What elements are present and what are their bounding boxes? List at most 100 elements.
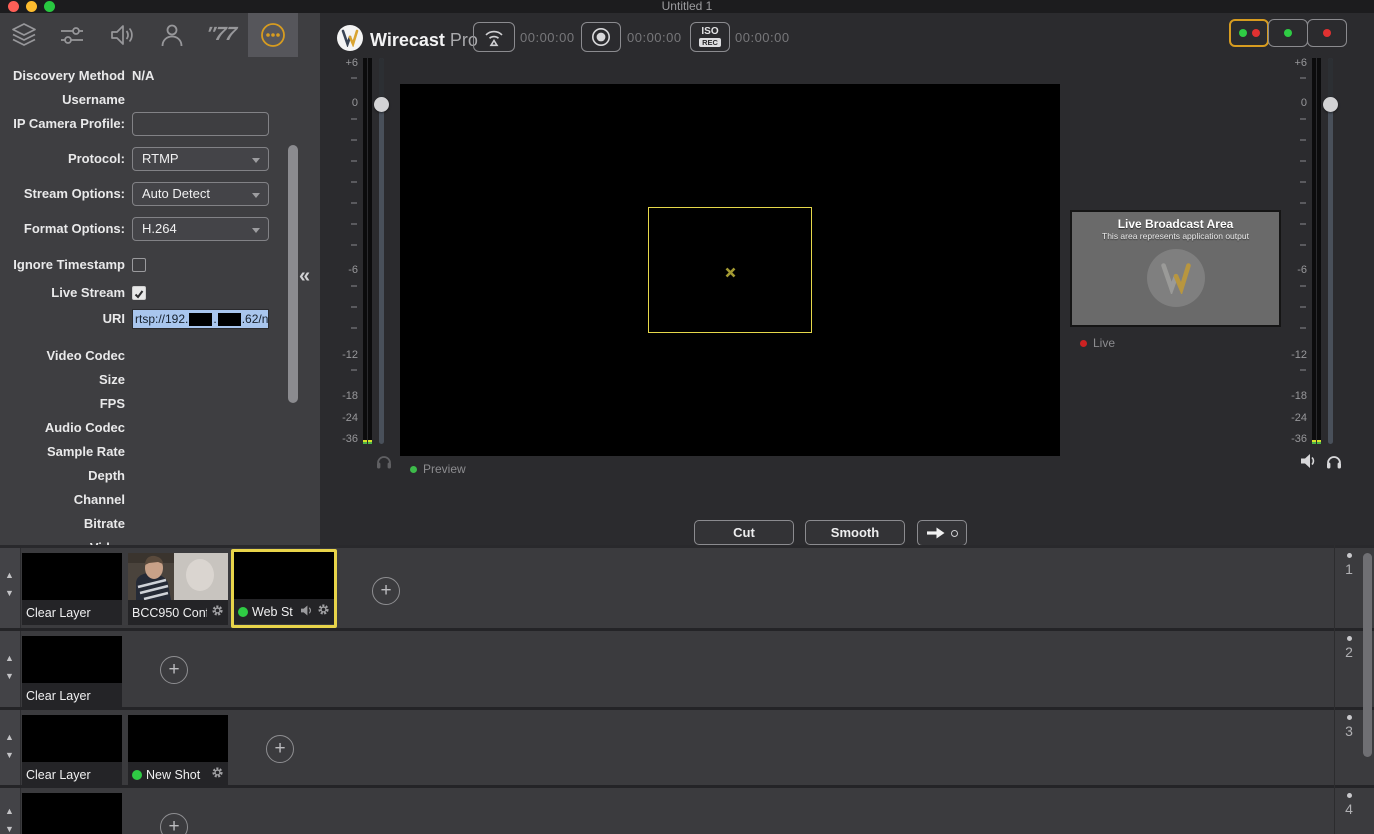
volume-slider-knob[interactable] — [1323, 97, 1338, 112]
view-preview-button[interactable] — [1268, 19, 1308, 47]
stream-button[interactable] — [473, 22, 515, 52]
shot-web-st[interactable]: Web St — [231, 549, 337, 628]
layer-up-icon[interactable]: ▲ — [5, 732, 14, 742]
info-label: Audio Codec — [0, 416, 125, 440]
meter-level-indicator — [368, 440, 372, 444]
volume-slider-track[interactable] — [379, 58, 384, 444]
shot-thumbnail — [22, 636, 122, 683]
meter-tick-icon — [1300, 160, 1306, 162]
info-label: Bitrate — [0, 512, 125, 536]
shot-label: Clear Layer — [22, 762, 122, 785]
layer-up-icon[interactable]: ▲ — [5, 806, 14, 816]
shot-clear-layer[interactable]: Clear Layer — [22, 636, 122, 707]
gear-icon[interactable] — [211, 766, 224, 779]
protocol-select[interactable]: RTMP — [132, 147, 269, 171]
selection-center-marker-icon[interactable] — [725, 265, 736, 283]
layers-tab-icon[interactable] — [9, 20, 39, 50]
shot-name: Web St — [252, 605, 296, 619]
shot-clear-layer[interactable]: Clear Layer — [22, 793, 122, 834]
layer-up-icon[interactable]: ▲ — [5, 653, 14, 663]
shot-label: BCC950 Conf — [128, 600, 228, 625]
live-area-subtitle: This area represents application output — [1072, 231, 1279, 241]
panel-scrollbar[interactable] — [288, 145, 298, 403]
meter-tick-icon — [351, 327, 357, 329]
transition-2-select[interactable]: Smooth — [805, 520, 905, 545]
meter-scale-label: -24 — [335, 412, 358, 424]
volume-slider-knob[interactable] — [374, 97, 389, 112]
shot-bcc950-conf[interactable]: BCC950 Conf — [128, 553, 228, 625]
divider — [1334, 545, 1335, 834]
shot-label: New Shot — [128, 762, 228, 785]
volume-slider-track[interactable] — [1328, 58, 1333, 444]
meter-tick-icon — [1300, 202, 1306, 204]
more-settings-tab[interactable] — [248, 13, 298, 57]
layer-number: 2 — [1337, 636, 1361, 660]
meter-tick-icon — [1300, 244, 1306, 246]
preview-canvas[interactable] — [400, 84, 1060, 456]
gear-icon[interactable] — [211, 604, 224, 617]
iso-timer: 00:00:00 — [735, 30, 790, 45]
meter-tick-icon — [1300, 327, 1306, 329]
live-headphone-icon[interactable] — [1325, 453, 1343, 475]
red-dot-icon — [1080, 340, 1087, 347]
stream-options-select[interactable]: Auto Detect — [132, 182, 269, 206]
shot-new-shot[interactable]: New Shot — [128, 715, 228, 785]
live-audio-meter: +60-6-12-18-24-36 — [1284, 56, 1344, 448]
add-shot-button[interactable]: + — [372, 577, 400, 605]
person-tab-icon[interactable] — [157, 20, 187, 50]
meter-level-indicator — [1317, 440, 1321, 444]
shot-clear-layer[interactable]: Clear Layer — [22, 715, 122, 785]
ip-camera-profile-input[interactable] — [132, 112, 269, 136]
shot-label: Clear Layer — [22, 683, 122, 707]
titles-tab-icon[interactable]: ″77 — [206, 20, 236, 50]
layer-down-icon[interactable]: ▼ — [5, 750, 14, 760]
view-preview-live-button[interactable] — [1229, 19, 1269, 47]
iso-record-button[interactable]: ISO REC — [690, 22, 730, 52]
go-transition-button[interactable] — [917, 520, 967, 546]
view-live-button[interactable] — [1307, 19, 1347, 47]
shot-thumbnail — [22, 793, 122, 834]
meter-tick-icon — [351, 369, 357, 371]
layer-reorder-controls: ▲▼ — [0, 710, 21, 785]
discovery-method-label: Discovery Method — [0, 64, 125, 88]
gear-icon[interactable] — [317, 603, 330, 616]
shot-clear-layer[interactable]: Clear Layer — [22, 553, 122, 625]
layer-row: ▲▼Clear LayerNew Shot+ — [0, 710, 1374, 785]
info-label: Video Codec — [0, 344, 125, 368]
layer-down-icon[interactable]: ▼ — [5, 824, 14, 834]
layer-number-text: 4 — [1337, 801, 1361, 817]
preview-headphone-icon[interactable] — [375, 453, 393, 475]
uri-input[interactable]: rtsp://192...62/n — [132, 309, 269, 329]
live-stream-checkbox[interactable] — [132, 286, 146, 300]
shot-name: Clear Layer — [26, 689, 118, 703]
audio-tab-icon[interactable] — [107, 20, 137, 50]
info-label: Channel — [0, 488, 125, 512]
preview-audio-meter: +60-6-12-18-24-36 — [335, 56, 395, 448]
live-speaker-icon[interactable] — [1300, 453, 1317, 474]
wirecast-watermark-icon — [1147, 249, 1205, 307]
layer-down-icon[interactable]: ▼ — [5, 671, 14, 681]
collapse-panel-icon[interactable]: « — [299, 265, 310, 288]
meter-scale-label: -36 — [335, 433, 358, 445]
filters-tab-icon[interactable] — [57, 20, 87, 50]
discovery-method-value: N/A — [132, 64, 154, 88]
add-shot-button[interactable]: + — [160, 656, 188, 684]
ignore-timestamp-checkbox[interactable] — [132, 258, 146, 272]
layer-up-icon[interactable]: ▲ — [5, 570, 14, 580]
transition-1-select[interactable]: Cut — [694, 520, 794, 545]
add-shot-button[interactable]: + — [160, 813, 188, 834]
broadcast-icon — [481, 25, 507, 49]
speaker-icon[interactable] — [300, 605, 313, 616]
shot-thumbnail — [128, 553, 228, 600]
uri-label: URI — [0, 307, 125, 331]
meter-tick-icon — [351, 160, 357, 162]
layers-scrollbar[interactable] — [1363, 553, 1372, 757]
format-options-select[interactable]: H.264 — [132, 217, 269, 241]
live-dot-icon — [238, 607, 248, 617]
chevron-down-icon — [252, 158, 260, 163]
layer-down-icon[interactable]: ▼ — [5, 588, 14, 598]
add-shot-button[interactable]: + — [266, 735, 294, 763]
record-button[interactable] — [581, 22, 621, 52]
ignore-timestamp-label: Ignore Timestamp — [0, 253, 125, 277]
layer-number: 1 — [1337, 553, 1361, 577]
